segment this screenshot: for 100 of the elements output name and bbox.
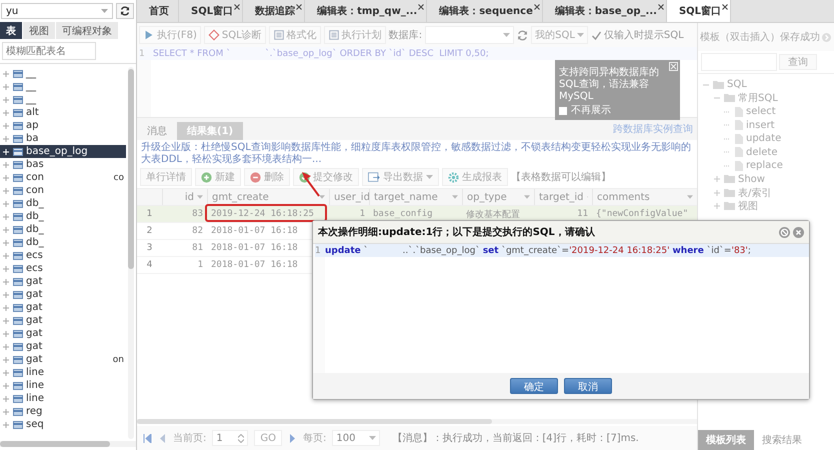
tab[interactable]: 首页 [137,0,179,22]
table-item[interactable]: __ [0,67,126,80]
action-button[interactable]: 单行详情 [140,168,192,186]
table-item[interactable]: db_ [0,223,126,236]
close-icon[interactable] [658,4,664,10]
sidebar-tab[interactable]: 视图 [23,22,55,39]
table-item[interactable]: gat [0,288,126,301]
page-size-select[interactable]: 100 [332,430,380,446]
table-item[interactable]: bas [0,158,126,171]
tab[interactable]: 编辑表：sequence [427,0,543,22]
column-header[interactable]: comments [592,189,697,205]
toolbar-button[interactable]: 执行计划 [324,26,386,44]
database-select[interactable]: yu [1,3,113,19]
first-page-icon[interactable] [143,434,152,442]
cross-instance-link[interactable]: 跨数据库实例查询 [613,122,697,136]
table-item[interactable]: db_ [0,236,126,249]
table-item[interactable]: ecs [0,249,126,262]
table-item[interactable]: line [0,379,126,392]
table-item[interactable]: gat [0,301,126,314]
caret-icon[interactable] [197,195,203,199]
dialog-button[interactable]: 取消 [564,378,612,394]
table-item[interactable]: __ [0,93,126,106]
column-header[interactable]: user_id [329,189,369,205]
caret-icon[interactable] [452,195,458,199]
my-sql-dropdown[interactable]: 我的SQL [531,26,588,44]
refresh-icon[interactable] [517,30,528,40]
table-item[interactable]: alt [0,106,126,119]
template-item[interactable]: delete [746,146,778,158]
checkbox[interactable] [559,106,567,114]
close-icon[interactable] [534,4,540,10]
table-item[interactable]: seq [0,418,126,431]
sidebar-tab[interactable]: 可编程对象 [56,22,118,39]
table-item[interactable]: line [0,366,126,379]
expand-icon[interactable] [713,175,721,184]
table-item[interactable]: base_op_log [0,145,126,158]
template-item[interactable]: Show [738,174,765,185]
template-item[interactable]: update [746,133,782,144]
panel-tab[interactable]: 搜索结果 [754,430,810,450]
page-field[interactable]: 1 [212,430,248,446]
table-item[interactable]: con [0,184,126,197]
tab[interactable]: 数据追踪 [243,0,306,22]
table-item[interactable]: db_ [0,210,126,223]
caret-icon[interactable] [524,195,530,199]
forward-icon[interactable] [822,32,831,42]
close-icon[interactable] [234,4,240,10]
stop-icon[interactable] [779,226,790,238]
template-item[interactable]: replace [746,160,783,172]
next-page-icon[interactable] [288,434,297,442]
template-item[interactable]: insert [746,120,775,131]
tab[interactable]: SQL窗口 [666,0,732,22]
close-icon[interactable] [722,4,728,10]
result-tab[interactable]: 消息 [137,122,177,140]
spinner-icon[interactable] [238,434,244,442]
toolbar-button[interactable]: 格式化 [268,26,321,44]
template-item[interactable]: SQL [727,79,747,90]
horizontal-scrollbar[interactable] [0,441,136,447]
refresh-button[interactable] [116,3,134,19]
action-button[interactable]: 生成报表 [442,168,508,186]
caret-icon[interactable] [687,195,693,199]
database-select[interactable] [425,26,514,44]
table-item[interactable]: gat [0,314,126,327]
expand-icon[interactable] [713,202,721,210]
toolbar-button[interactable]: SQL诊断 [204,26,266,44]
table-item[interactable]: ba [0,132,126,145]
caret-icon[interactable] [319,195,325,199]
expand-icon[interactable] [713,188,721,197]
table-item[interactable]: con co [0,171,126,184]
dialog-button[interactable]: 确定 [510,378,558,394]
table-item[interactable]: __ [0,80,126,93]
action-button[interactable]: 删除 [244,168,290,186]
table-item[interactable]: gat on [0,353,126,366]
column-header[interactable]: gmt_create [207,189,329,205]
template-item[interactable]: select [746,106,776,118]
column-header[interactable]: target_id [534,189,592,205]
toolbar-button[interactable]: 执行(F8) [139,26,201,44]
table-item[interactable]: ap [0,119,126,132]
template-item[interactable]: 视图 [738,199,758,214]
vertical-scrollbar[interactable] [128,67,134,439]
table-item[interactable]: gat [0,340,126,353]
table-item[interactable]: gat [0,275,126,288]
column-header[interactable]: target_name [369,189,462,205]
close-icon[interactable] [296,4,302,10]
template-item[interactable]: 表/索引 [738,186,772,200]
table-item[interactable]: reg [0,405,126,418]
checkbox[interactable] [590,30,602,40]
action-button[interactable]: 新建 [195,168,241,186]
tab[interactable]: SQL窗口 [179,0,244,22]
template-item[interactable]: 常用SQL [738,91,778,106]
filter-field[interactable]: 模糊匹配表名 [2,42,96,60]
column-header[interactable]: op_type [462,189,534,205]
table-item[interactable]: ecs [0,262,126,275]
table-item[interactable]: db_ [0,197,126,210]
action-button[interactable]: 提交修改 [293,168,359,186]
sidebar-tab[interactable]: 表 [0,22,22,39]
action-button[interactable]: 导出数据 [362,168,439,186]
column-header[interactable]: id [162,189,207,205]
table-item[interactable]: gat [0,327,126,340]
panel-tab[interactable]: 模板列表 [698,430,754,450]
tab[interactable]: 编辑表：tmp_qw_... [305,0,428,22]
horizontal-scrollbar[interactable] [137,419,697,424]
